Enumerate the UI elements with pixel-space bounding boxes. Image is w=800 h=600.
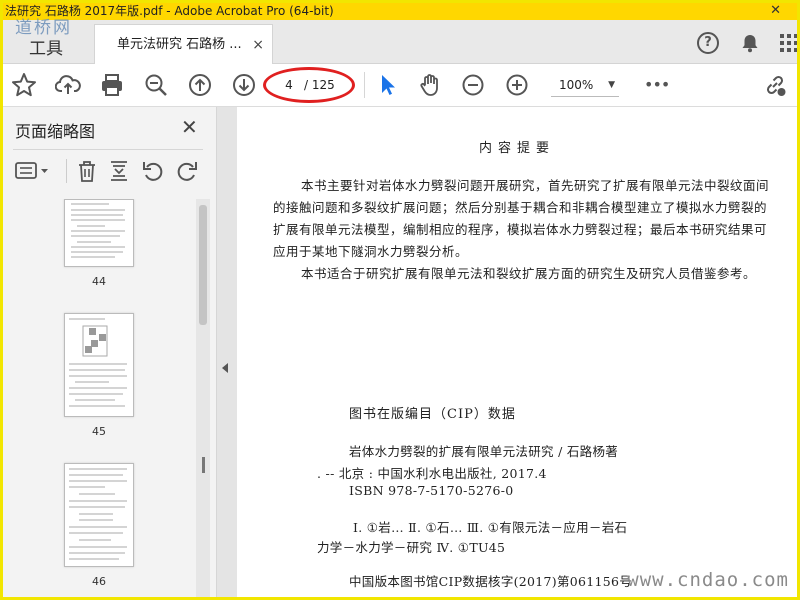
delete-page-icon[interactable] xyxy=(75,159,99,183)
panel-resize-handle[interactable] xyxy=(202,457,205,473)
app-window: 法研究 石路杨 2017年版.pdf - Adobe Acrobat Pro (… xyxy=(0,0,800,600)
tab-bar: 工具 单元法研究 石路杨 ... × ? xyxy=(3,20,797,64)
rotate-right-icon[interactable] xyxy=(175,159,199,183)
help-icon[interactable]: ? xyxy=(697,32,719,54)
tab-document[interactable]: 单元法研究 石路杨 ... × xyxy=(94,24,273,64)
thumbnail-list: 44 45 46 xyxy=(3,199,198,597)
upload-cloud-icon[interactable] xyxy=(54,72,81,98)
window-close-button[interactable]: ✕ xyxy=(770,3,781,19)
thumbnail-label: 44 xyxy=(92,275,106,288)
print-icon[interactable] xyxy=(99,72,125,98)
thumbnail-options-icon[interactable] xyxy=(15,159,51,183)
page-thumbnail[interactable] xyxy=(64,313,134,417)
select-cursor-icon[interactable] xyxy=(375,72,401,98)
summary-paragraph-1: 本书主要针对岩体水力劈裂问题开展研究，首先研究了扩展有限单元法中裂纹面间的接触问… xyxy=(273,178,770,259)
panel-toolbar-divider xyxy=(66,159,67,183)
zoom-level-select[interactable]: 100% ▼ xyxy=(551,73,619,97)
tab-document-label: 单元法研究 石路杨 ... xyxy=(117,37,242,52)
tab-close-button[interactable]: × xyxy=(252,25,264,65)
main-toolbar: 4 / 125 100% ▼ ••• xyxy=(3,64,797,107)
link-share-icon[interactable] xyxy=(762,72,788,98)
bookmark-star-icon[interactable] xyxy=(11,72,37,98)
page-down-icon[interactable] xyxy=(231,72,257,98)
page-up-icon[interactable] xyxy=(187,72,213,98)
thumbnail-label: 45 xyxy=(92,425,106,438)
thumbnail-scrollbar[interactable] xyxy=(196,199,210,597)
cip-line: . -- 北京 : 中国水利水电出版社, 2017.4 xyxy=(317,466,547,481)
page-thumbnails-panel: 页面缩略图 ✕ 44 45 46 xyxy=(3,107,217,597)
scrollbar-thumb[interactable] xyxy=(199,205,207,325)
annotation-highlight-ellipse xyxy=(263,67,355,103)
panel-close-button[interactable]: ✕ xyxy=(181,115,198,139)
cip-line: ISBN 978-7-5170-5276-0 xyxy=(349,483,514,498)
rotate-left-icon[interactable] xyxy=(141,159,165,183)
window-titlebar: 法研究 石路杨 2017年版.pdf - Adobe Acrobat Pro (… xyxy=(3,3,797,20)
extract-page-icon[interactable] xyxy=(107,159,131,183)
cip-line: 力学－水力学－研究 Ⅳ. ①TU45 xyxy=(317,540,506,555)
panel-toolbar xyxy=(13,157,213,187)
panel-title: 页面缩略图 xyxy=(15,122,96,141)
hand-tool-icon[interactable] xyxy=(417,72,443,98)
panel-divider xyxy=(13,149,203,150)
document-view: 内容提要 本书主要针对岩体水力劈裂问题开展研究，首先研究了扩展有限单元法中裂纹面… xyxy=(217,107,797,597)
thumbnail-label: 46 xyxy=(92,575,106,588)
page-thumbnail[interactable] xyxy=(64,199,134,267)
watermark-top: 道桥网 xyxy=(15,18,72,38)
cip-title: 图书在版编目（CIP）数据 xyxy=(349,407,516,422)
apps-grid-icon[interactable] xyxy=(779,33,797,55)
chevron-down-icon: ▼ xyxy=(608,80,615,90)
watermark-bottom: www.cndao.com xyxy=(627,569,789,591)
cip-line: Ⅰ. ①岩… Ⅱ. ①石… Ⅲ. ①有限元法－应用－岩石 xyxy=(353,520,628,535)
zoom-level-value: 100% xyxy=(559,78,594,92)
zoom-in-icon[interactable] xyxy=(504,72,530,98)
page-thumbnail[interactable] xyxy=(64,463,134,567)
more-icon[interactable]: ••• xyxy=(644,72,670,98)
cip-line: 岩体水力劈裂的扩展有限单元法研究 / 石路杨著 xyxy=(349,444,619,459)
cip-line: 中国版本图书馆CIP数据核字(2017)第061156号 xyxy=(349,574,633,589)
page-heading: 内容提要 xyxy=(478,141,555,156)
summary-paragraph-2: 本书适合于研究扩展有限单元法和裂纹扩展方面的研究生及研究人员借鉴参考。 xyxy=(301,266,757,281)
toolbar-divider xyxy=(364,72,365,98)
bell-icon[interactable] xyxy=(739,32,761,54)
zoom-out-icon[interactable] xyxy=(460,72,486,98)
zoom-out-magnifier-icon[interactable] xyxy=(143,72,169,98)
pdf-page: 内容提要 本书主要针对岩体水力劈裂问题开展研究，首先研究了扩展有限单元法中裂纹面… xyxy=(237,107,797,597)
collapse-panel-arrow-icon[interactable] xyxy=(222,363,228,373)
